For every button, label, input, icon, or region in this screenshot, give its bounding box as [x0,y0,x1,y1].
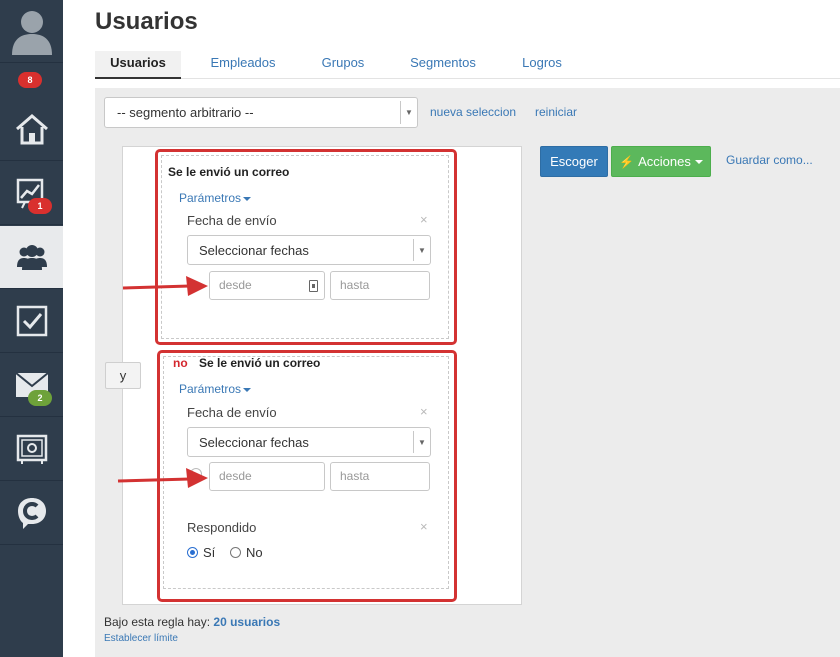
rule-count-text: Bajo esta regla hay: 20 usuarios [104,615,280,629]
annotation-arrows [117,276,208,488]
rule-count-prefix: Bajo esta regla hay: [104,615,211,629]
set-limit-link[interactable]: Establecer límite [104,633,178,644]
rule-count-value[interactable]: 20 usuarios [213,615,280,629]
